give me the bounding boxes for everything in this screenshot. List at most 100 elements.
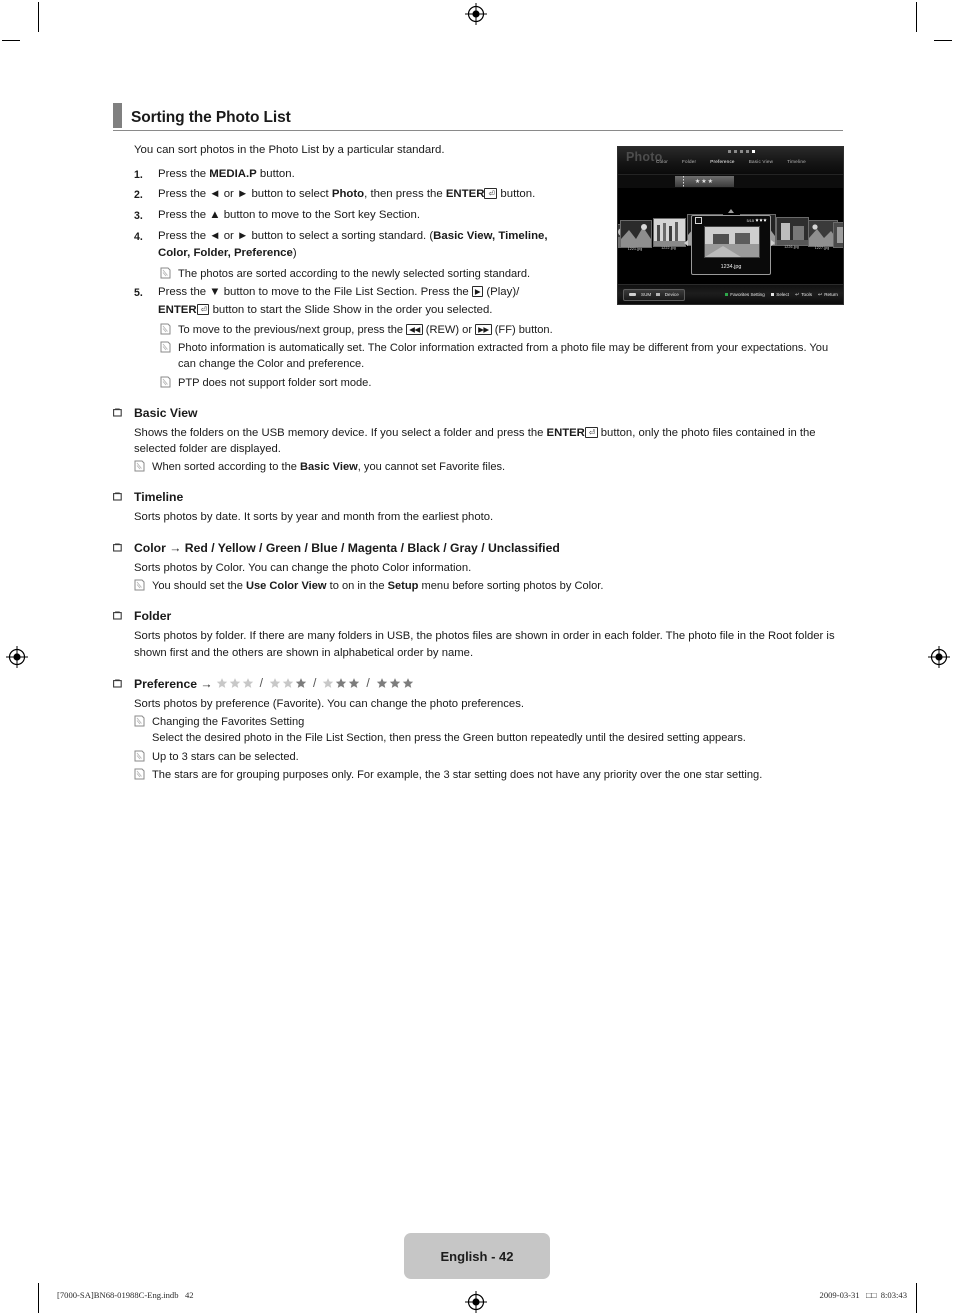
star-icon — [335, 677, 347, 689]
star-icon — [389, 677, 401, 689]
rewind-key-icon: ◀◀ — [406, 324, 423, 336]
subsection-folder-title: Folder — [134, 609, 172, 624]
note-icon — [160, 266, 178, 282]
page-number-label: English - 42 — [440, 1248, 514, 1264]
star-group — [376, 677, 414, 689]
subsection-color-body: Sorts photos by Color. You can change th… — [134, 560, 843, 594]
enter-key-icon: ⏎ — [196, 303, 210, 315]
checkbox-bullet-icon — [113, 541, 134, 552]
tv-device-label: Device — [664, 292, 679, 297]
note-icon — [134, 749, 152, 765]
step-5-play-label: (Play)/ — [483, 285, 520, 298]
tv-device-square-icon — [656, 292, 660, 297]
subsection-basic-view-body: Shows the folders on the USB memory devi… — [134, 425, 843, 476]
subsection-basic-view-header: Basic View — [113, 406, 843, 420]
preference-description: Sorts photos by preference (Favorite). Y… — [134, 698, 524, 711]
note-group-part-a: To move to the previous/next group, pres… — [178, 324, 407, 337]
step-3-number: 3. — [134, 209, 143, 222]
tv-page-dot — [734, 150, 737, 153]
note-basic-view-favorites: When sorted according to the Basic View,… — [134, 459, 843, 475]
step-5-number: 5. — [134, 286, 143, 299]
tv-selected-photo-preview — [704, 226, 760, 258]
note-icon — [160, 322, 178, 338]
tv-thumbnail[interactable] — [776, 217, 809, 246]
note-icon — [160, 375, 178, 391]
tv-selected-photo-card[interactable]: 5/15 1234.jpg — [691, 215, 771, 275]
star-icon — [348, 677, 360, 689]
tv-hint-tools[interactable]: ↵ Tools — [795, 292, 812, 298]
tv-select-checkbox[interactable] — [695, 217, 702, 224]
note-group-nav: To move to the previous/next group, pres… — [160, 322, 843, 338]
crop-mark-right-upper — [934, 40, 952, 41]
step-4-options-line2: Color, Folder, Preference — [158, 247, 293, 260]
tv-sort-menu: Color Folder Preference Basic View Timeline — [656, 159, 839, 164]
tv-menu-item-timeline[interactable]: Timeline — [787, 159, 806, 164]
subsection-folder: Folder Sorts photos by folder. If there … — [113, 609, 843, 661]
star-group — [216, 677, 254, 689]
enter-key-icon: ⏎ — [584, 426, 598, 438]
note-bv-bold: Basic View — [300, 461, 358, 474]
print-source-filename: [7000-SA]BN68-01988C-Eng.indb 42 — [57, 1290, 194, 1300]
step-2-enter-label: ENTER — [445, 188, 485, 201]
tv-sort-selected-chip[interactable]: ★★★ — [675, 176, 734, 187]
star-icon — [216, 677, 228, 689]
note-icon — [134, 459, 152, 475]
usb-icon — [629, 293, 636, 296]
star-group-separator: / — [312, 676, 317, 691]
registration-mark-left — [6, 646, 28, 668]
tv-menu-item-basic-view[interactable]: Basic View — [749, 159, 773, 164]
tv-page-dot — [728, 150, 731, 153]
note-color-bold1: Use Color View — [245, 580, 327, 593]
tv-selected-stars — [755, 218, 767, 223]
star-icon — [402, 677, 414, 689]
subsection-timeline: Timeline Sorts photos by date. It sorts … — [113, 490, 843, 525]
note-max-stars-text: Up to 3 stars can be selected. — [152, 750, 299, 763]
hint-symbol-icon: ↵ — [795, 291, 800, 298]
note-use-color-view: You should set the Use Color View to on … — [134, 578, 843, 594]
note-icon — [134, 714, 152, 746]
tv-thumbnail[interactable] — [653, 218, 686, 247]
tv-device-chip[interactable]: SUM Device — [623, 288, 685, 301]
step-1-suffix: button. — [256, 167, 295, 180]
note-color-b: to on in the — [326, 580, 388, 593]
tv-menu-item-preference[interactable]: Preference — [710, 159, 734, 164]
tv-menu-item-folder[interactable]: Folder — [682, 159, 696, 164]
tv-selected-counter: 5/15 — [746, 218, 754, 223]
note-ptp: PTP does not support folder sort mode. — [160, 375, 843, 391]
star-group — [269, 677, 307, 689]
subsection-preference-title: Preference → / / / — [134, 676, 843, 691]
step-4-options-line1: Basic View, Timeline, — [433, 229, 548, 242]
play-key-icon: ▶ — [471, 285, 484, 297]
tv-chip-stars: ★★★ — [694, 179, 715, 185]
tv-hint-favorites-setting[interactable]: Favorites Setting — [724, 292, 765, 297]
subsection-folder-body: Sorts photos by folder. If there are man… — [134, 630, 835, 659]
tv-thumbnail[interactable] — [620, 220, 652, 248]
tv-selected-filename: 1234.jpg — [720, 264, 742, 270]
tv-left-arrow-icon[interactable] — [684, 240, 688, 246]
preference-star-scale: / / / — [216, 676, 414, 690]
tv-menu-item-color[interactable]: Color — [656, 159, 668, 164]
note-icon — [134, 578, 152, 594]
subsection-preference: Preference → / / / Sorts photos by preferen… — [113, 676, 843, 783]
note-basic-view-text: When sorted according to the Basic View,… — [152, 459, 843, 475]
star-icon — [376, 677, 388, 689]
tv-right-arrow-icon[interactable] — [771, 240, 775, 246]
note-favorites-setting-text: Changing the Favorites Setting Select th… — [152, 714, 843, 746]
tv-hint-return[interactable]: ↩ Return — [818, 292, 838, 298]
tv-hint-select[interactable]: Select — [770, 292, 789, 297]
subsection-timeline-body: Sorts photos by date. It sorts by year a… — [134, 511, 494, 524]
subsection-preference-body: Sorts photos by preference (Favorite). Y… — [134, 696, 843, 783]
star-icon — [763, 218, 767, 222]
star-icon — [269, 677, 281, 689]
step-1-key: MEDIA.P — [209, 167, 257, 180]
note-group-part-b: (REW) or — [422, 324, 476, 337]
favorites-setting-heading: Changing the Favorites Setting — [152, 716, 305, 729]
note-bv-a: When sorted according to the — [152, 461, 300, 474]
subsection-color-title: Color → Red / Yellow / Green / Blue / Ma… — [134, 540, 560, 555]
print-timestamp: 2009-03-31 □□ 8:03:43 — [819, 1290, 907, 1300]
tv-thumbnail[interactable] — [833, 222, 843, 248]
subsection-timeline-title: Timeline — [134, 490, 184, 505]
tv-page-dot — [746, 150, 749, 153]
crop-mark-bottom-left — [38, 1283, 39, 1313]
note-max-stars: Up to 3 stars can be selected. — [134, 749, 843, 765]
